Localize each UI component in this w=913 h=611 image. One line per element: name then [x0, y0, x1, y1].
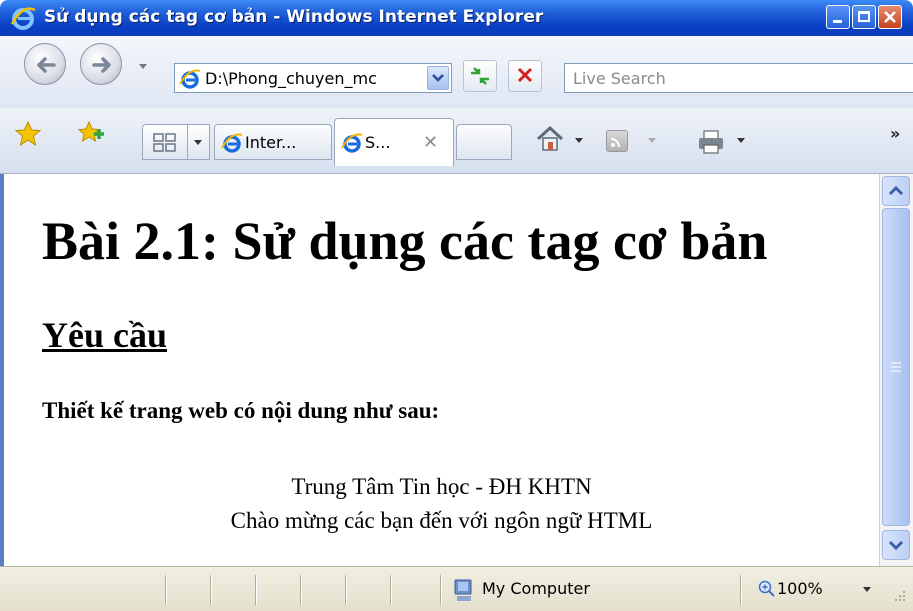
recent-pages-dropdown[interactable]: [136, 61, 150, 73]
search-placeholder: Live Search: [573, 69, 666, 88]
computer-icon: [454, 579, 472, 601]
status-divider: [300, 575, 301, 605]
home-icon[interactable]: [535, 125, 565, 153]
chevron-down-icon: [139, 64, 147, 69]
address-text[interactable]: D:\Phong_chuyen_mc: [205, 69, 422, 88]
forward-button[interactable]: [80, 43, 122, 85]
chevron-down-icon[interactable]: [863, 587, 871, 592]
new-tab-button[interactable]: [456, 124, 512, 160]
chevron-down-icon[interactable]: [737, 138, 745, 143]
center-line-2: Chào mừng các bạn đến với ngôn ngữ HTML: [230, 508, 653, 533]
close-icon: [884, 11, 896, 23]
minimize-icon: [833, 20, 842, 23]
back-arrow-icon: [37, 57, 56, 73]
tab-list-button[interactable]: [188, 124, 210, 160]
refresh-icon: [471, 67, 489, 85]
ie-logo-icon: [10, 7, 36, 30]
chevron-down-icon: [432, 74, 444, 82]
status-divider: [440, 575, 441, 605]
tab-label: S...: [365, 133, 391, 152]
page-heading: Bài 2.1: Sử dụng các tag cơ bản: [42, 211, 768, 271]
quick-tabs-icon: [153, 133, 176, 152]
address-bar-row: D:\Phong_chuyen_mc Live Search: [0, 36, 913, 108]
page-viewport[interactable]: Bài 2.1: Sử dụng các tag cơ bản Yêu cầu …: [0, 174, 913, 566]
chevron-down-icon[interactable]: [648, 138, 656, 143]
status-divider: [255, 575, 256, 605]
scroll-down-button[interactable]: [882, 530, 910, 560]
tab-label: Inter...: [245, 133, 297, 152]
grip-icon: [891, 362, 901, 372]
more-tools-chevron-icon[interactable]: »: [890, 124, 900, 143]
chevron-down-icon[interactable]: [575, 138, 583, 143]
minimize-button[interactable]: [826, 5, 850, 29]
ie-page-icon: [221, 133, 243, 153]
vertical-scrollbar[interactable]: [879, 174, 913, 566]
maximize-icon: [858, 11, 870, 22]
maximize-button[interactable]: [852, 5, 876, 29]
title-bar[interactable]: Sử dụng các tag cơ bản - Windows Interne…: [0, 0, 913, 36]
ie-page-icon: [341, 133, 363, 153]
section-heading: Yêu cầu: [42, 315, 167, 355]
stop-icon: [517, 67, 533, 83]
requirement-text: Thiết kế trang web có nội dung như sau:: [42, 398, 440, 423]
forward-arrow-icon: [92, 57, 111, 73]
stop-button[interactable]: [508, 60, 542, 92]
quick-tabs-button[interactable]: [142, 124, 188, 160]
tab-active[interactable]: S... ✕: [334, 118, 454, 166]
search-field[interactable]: Live Search: [564, 63, 913, 93]
address-dropdown-button[interactable]: [427, 66, 449, 90]
tab-internet[interactable]: Inter...: [214, 124, 332, 160]
add-favorites-icon[interactable]: [77, 120, 105, 148]
refresh-button[interactable]: [463, 60, 497, 92]
status-divider: [210, 575, 211, 605]
status-divider: [740, 575, 741, 605]
zoom-icon[interactable]: [758, 580, 776, 598]
status-divider: [165, 575, 166, 605]
zoom-level[interactable]: 100%: [777, 579, 823, 598]
security-zone-label[interactable]: My Computer: [482, 579, 590, 598]
tab-toolbar: Inter... S... ✕ »: [0, 108, 913, 174]
status-bar: My Computer 100%: [0, 566, 913, 611]
center-line-1: Trung Tâm Tin học - ĐH KHTN: [291, 474, 592, 499]
print-icon[interactable]: [696, 128, 726, 156]
favorites-star-icon[interactable]: [14, 120, 42, 148]
status-divider: [390, 575, 391, 605]
chevron-up-icon: [888, 185, 904, 196]
back-button[interactable]: [24, 43, 66, 85]
chevron-down-icon: [194, 140, 202, 145]
address-field[interactable]: D:\Phong_chuyen_mc: [174, 63, 452, 93]
feeds-icon[interactable]: [606, 130, 628, 152]
close-tab-icon[interactable]: ✕: [423, 132, 438, 153]
window-title: Sử dụng các tag cơ bản - Windows Interne…: [44, 7, 544, 27]
ie-page-icon: [179, 69, 201, 89]
rss-icon: [610, 138, 620, 148]
status-divider: [345, 575, 346, 605]
chevron-down-icon: [888, 540, 904, 551]
scroll-thumb[interactable]: [882, 208, 910, 526]
resize-grip-icon[interactable]: [893, 589, 907, 603]
scroll-up-button[interactable]: [882, 176, 910, 206]
close-button[interactable]: [878, 5, 902, 29]
